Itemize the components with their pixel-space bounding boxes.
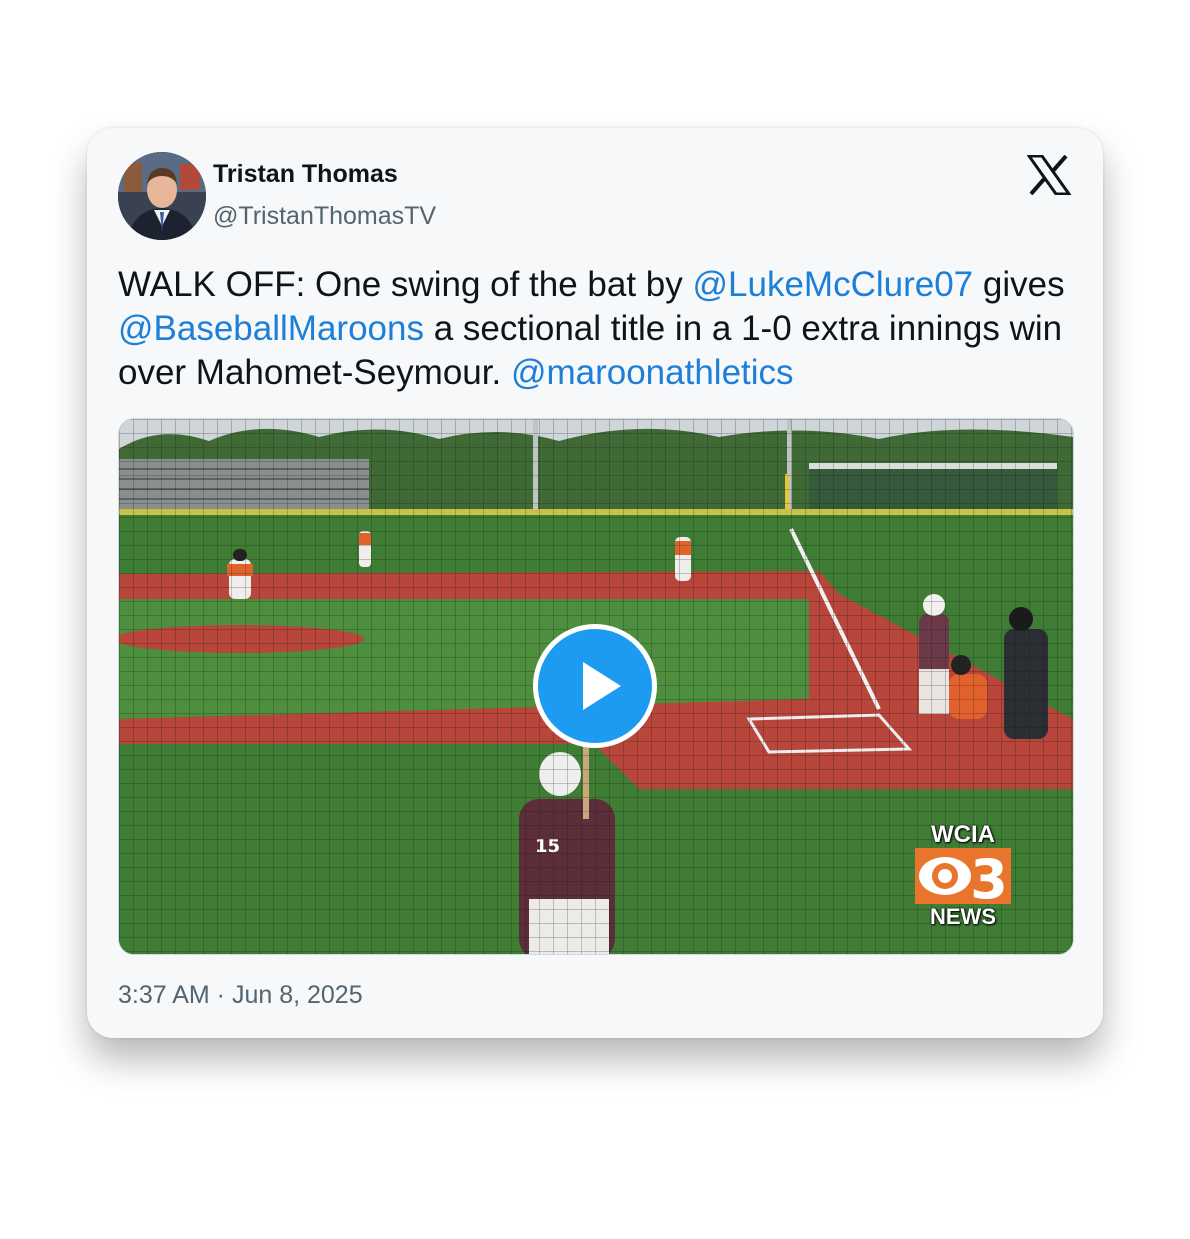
tweet-text-part: WALK OFF: One swing of the bat by: [118, 265, 693, 304]
video-player[interactable]: 15 WCIA 3 NEWS: [118, 418, 1074, 955]
network-logo-top: WCIA: [931, 821, 995, 848]
mention-link[interactable]: @maroonathletics: [511, 353, 794, 392]
tweet-card: Tristan Thomas @TristanThomasTV WALK OFF…: [87, 128, 1103, 1038]
tweet-text: WALK OFF: One swing of the bat by @LukeM…: [118, 263, 1078, 395]
mention-link[interactable]: @BaseballMaroons: [118, 309, 424, 348]
author-handle[interactable]: @TristanThomasTV: [213, 202, 436, 231]
x-logo-icon[interactable]: [1026, 154, 1072, 196]
timestamp-link[interactable]: 3:37 AM · Jun 8, 2025: [118, 981, 363, 1010]
network-logo: WCIA 3 NEWS: [915, 821, 1011, 931]
author-name[interactable]: Tristan Thomas: [213, 160, 398, 189]
network-logo-number: 3: [970, 848, 1008, 904]
cbs-eye-icon: 3: [915, 848, 1011, 904]
play-icon: [583, 662, 621, 710]
tweet-text-part: gives: [973, 265, 1065, 304]
mention-link[interactable]: @LukeMcClure07: [693, 265, 974, 304]
play-button[interactable]: [533, 624, 657, 748]
avatar-photo: [118, 152, 206, 240]
author-avatar[interactable]: [118, 152, 206, 240]
network-logo-bottom: NEWS: [930, 904, 996, 929]
